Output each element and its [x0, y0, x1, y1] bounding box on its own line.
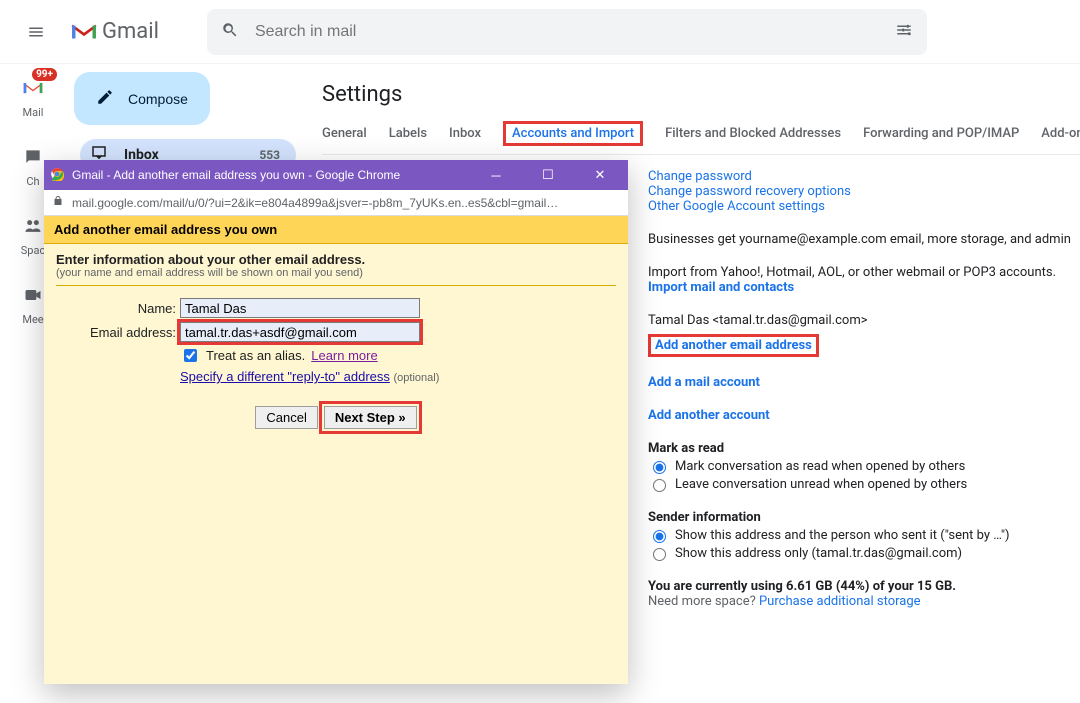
- gmail-logo[interactable]: Gmail: [70, 19, 159, 44]
- link-add-another-account[interactable]: Add another account: [648, 408, 770, 423]
- radio-mark-read-2-input[interactable]: [653, 479, 666, 492]
- popup-subtext: (your name and email address will be sho…: [56, 267, 616, 286]
- radio-mark-read-2-label: Leave conversation unread when opened by…: [675, 477, 967, 492]
- search-input[interactable]: [253, 22, 881, 42]
- tune-icon[interactable]: [895, 21, 913, 43]
- radio-mark-read-1[interactable]: Mark conversation as read when opened by…: [648, 458, 1080, 474]
- storage-question: Need more space?: [648, 594, 759, 609]
- link-other-google[interactable]: Other Google Account settings: [648, 199, 825, 214]
- link-reply-to[interactable]: Specify a different "reply-to" address: [180, 369, 390, 384]
- radio-mark-read-1-label: Mark conversation as read when opened by…: [675, 459, 965, 474]
- tab-forwarding[interactable]: Forwarding and POP/IMAP: [863, 126, 1019, 141]
- import-desc: Import from Yahoo!, Hotmail, AOL, or oth…: [648, 265, 1080, 280]
- link-learn-more[interactable]: Learn more: [311, 348, 377, 363]
- search-icon[interactable]: [221, 21, 239, 43]
- window-maximize-button[interactable]: ☐: [526, 160, 570, 190]
- link-purchase-storage[interactable]: Purchase additional storage: [759, 594, 921, 609]
- name-input[interactable]: [180, 298, 420, 318]
- popup-url: mail.google.com/mail/u/0/?ui=2&ik=e804a4…: [72, 196, 558, 210]
- link-change-password[interactable]: Change password: [648, 169, 752, 184]
- alias-checkbox[interactable]: [184, 349, 197, 362]
- sender-info-heading: Sender information: [648, 510, 1080, 525]
- tab-addons[interactable]: Add-ons: [1041, 126, 1080, 141]
- link-add-another-email[interactable]: Add another email address: [655, 338, 812, 353]
- pencil-icon: [96, 88, 114, 109]
- tab-filters[interactable]: Filters and Blocked Addresses: [665, 126, 841, 141]
- compose-label: Compose: [128, 91, 188, 107]
- compose-button[interactable]: Compose: [74, 72, 210, 125]
- popup-intro: Enter information about your other email…: [56, 252, 616, 267]
- window-close-button[interactable]: ✕: [578, 160, 622, 190]
- topbar: Gmail: [0, 0, 1080, 64]
- tab-labels[interactable]: Labels: [389, 126, 427, 141]
- radio-sender-1[interactable]: Show this address and the person who sen…: [648, 527, 1080, 543]
- popup-body: Enter information about your other email…: [44, 244, 628, 684]
- mark-as-read-heading: Mark as read: [648, 441, 1080, 456]
- popup-header: Add another email address you own: [44, 216, 628, 244]
- chrome-logo-icon: [50, 167, 64, 184]
- tab-accounts-import[interactable]: Accounts and Import: [503, 121, 643, 146]
- email-label: Email address:: [56, 325, 176, 340]
- window-minimize-button[interactable]: ─: [474, 160, 518, 190]
- radio-sender-1-input[interactable]: [653, 530, 666, 543]
- menu-icon[interactable]: [16, 12, 56, 52]
- rail-meet-label: Mee: [22, 313, 43, 326]
- tab-inbox[interactable]: Inbox: [449, 126, 481, 141]
- rail-mail-label: Mail: [23, 106, 44, 119]
- rail-mail[interactable]: 99+ Mail: [17, 72, 49, 119]
- reply-to-optional: (optional): [394, 372, 440, 384]
- rail-chat-label: Ch: [26, 175, 39, 188]
- radio-sender-2-label: Show this address only (tamal.tr.das@gma…: [675, 546, 962, 561]
- rail-spaces-label: Spac: [21, 244, 45, 257]
- add-email-popup: Gmail - Add another email address you ow…: [44, 160, 628, 684]
- cancel-button[interactable]: Cancel: [255, 406, 317, 429]
- link-import-mail[interactable]: Import mail and contacts: [648, 280, 794, 295]
- mail-badge: 99+: [32, 68, 57, 81]
- name-label: Name:: [56, 301, 176, 316]
- link-change-recovery[interactable]: Change password recovery options: [648, 184, 851, 199]
- tab-general[interactable]: General: [322, 126, 367, 141]
- email-input[interactable]: [180, 322, 420, 342]
- next-step-button[interactable]: Next Step »: [324, 406, 417, 429]
- radio-sender-2[interactable]: Show this address only (tamal.tr.das@gma…: [648, 545, 1080, 561]
- settings-tabs: General Labels Inbox Accounts and Import…: [322, 121, 1080, 155]
- radio-sender-1-label: Show this address and the person who sen…: [675, 528, 1010, 543]
- radio-mark-read-1-input[interactable]: [653, 461, 666, 474]
- storage-usage: You are currently using 6.61 GB (44%) of…: [648, 579, 1080, 594]
- send-as-owner: Tamal Das <tamal.tr.das@gmail.com>: [648, 313, 1080, 328]
- popup-titlebar[interactable]: Gmail - Add another email address you ow…: [44, 160, 628, 190]
- radio-sender-2-input[interactable]: [653, 548, 666, 561]
- business-promo: Businesses get yourname@example.com emai…: [648, 232, 1080, 247]
- search-bar[interactable]: [207, 9, 927, 55]
- radio-mark-read-2[interactable]: Leave conversation unread when opened by…: [648, 476, 1080, 492]
- settings-title: Settings: [322, 82, 1080, 107]
- alias-label: Treat as an alias.: [206, 348, 305, 363]
- settings-content: Change password Change password recovery…: [648, 163, 1080, 609]
- lock-icon: [52, 195, 64, 210]
- gmail-logo-text: Gmail: [102, 19, 159, 44]
- popup-window-title: Gmail - Add another email address you ow…: [72, 168, 400, 182]
- link-add-mail-account[interactable]: Add a mail account: [648, 375, 760, 390]
- popup-address-bar[interactable]: mail.google.com/mail/u/0/?ui=2&ik=e804a4…: [44, 190, 628, 216]
